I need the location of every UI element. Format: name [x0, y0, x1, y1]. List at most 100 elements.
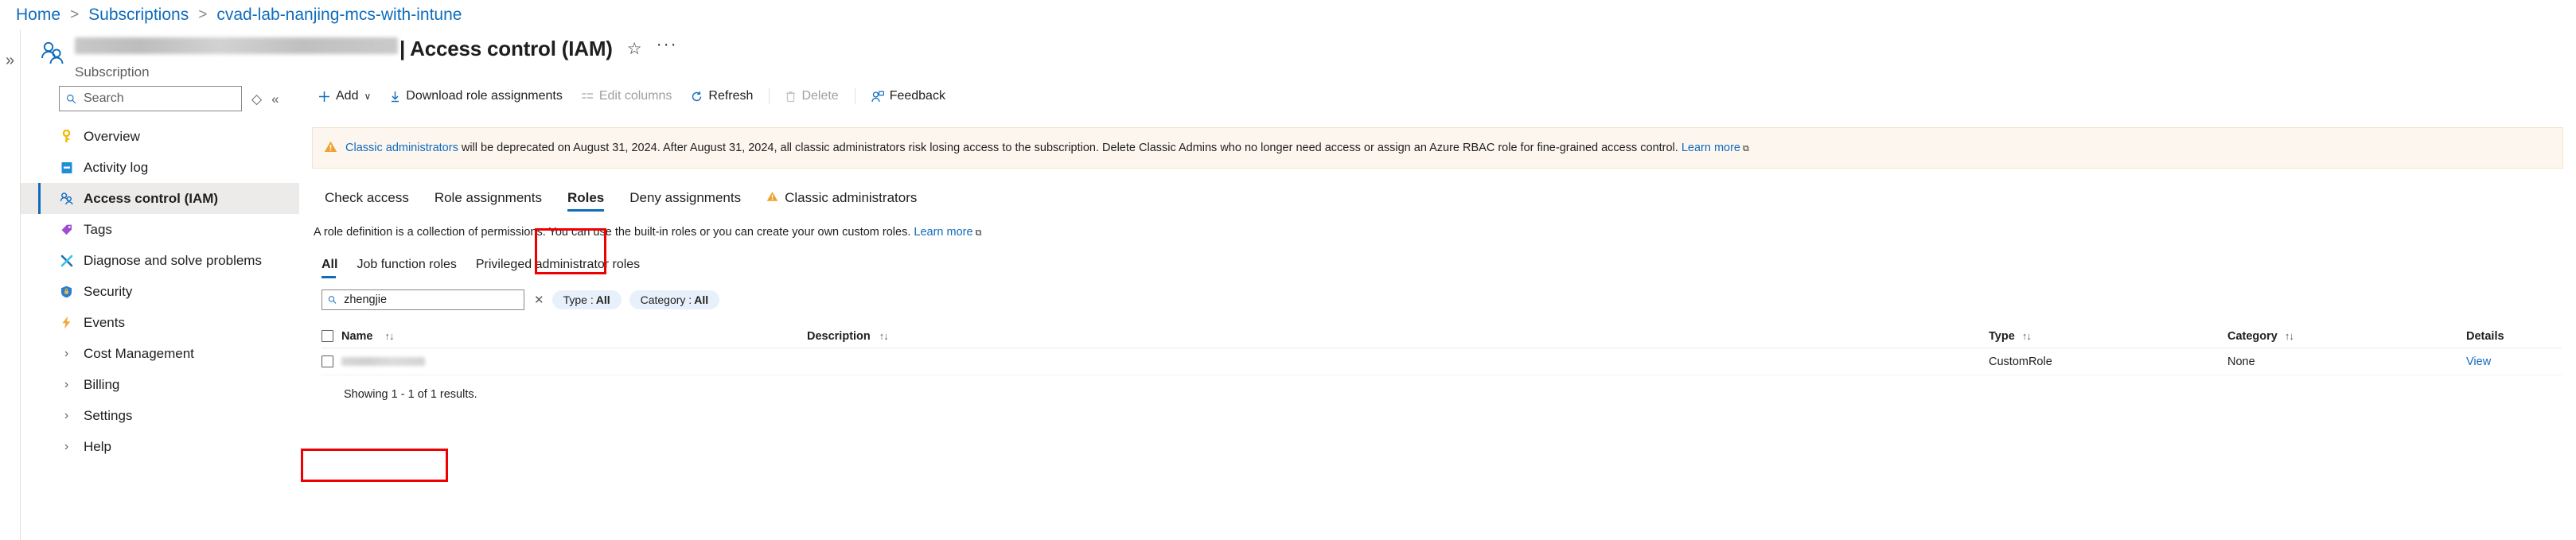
tab-label: Classic administrators [785, 190, 917, 206]
table-row[interactable]: CustomRole None View [322, 348, 2562, 375]
filter-pill-type[interactable]: Type : All [552, 290, 622, 309]
tab-roles[interactable]: Roles [555, 183, 617, 213]
add-button[interactable]: Add ∨ [309, 84, 380, 108]
star-icon[interactable]: ☆ [627, 39, 642, 59]
tab-classic-administrators[interactable]: Classic administrators [754, 183, 929, 213]
sidebar-item-label: Billing [84, 377, 119, 393]
chevron-down-icon: ∨ [364, 91, 371, 102]
double-chevron-right-icon[interactable]: » [6, 52, 14, 540]
column-header-description[interactable]: Description ↑↓ [807, 330, 1989, 343]
feedback-button[interactable]: Feedback [862, 84, 955, 108]
refresh-icon [691, 91, 703, 103]
sort-icon[interactable]: ↑↓ [2022, 330, 2031, 342]
breadcrumb-item-home[interactable]: Home [16, 6, 60, 25]
search-icon [328, 295, 337, 305]
sidebar-search-row: ◇ « [21, 86, 299, 111]
sidebar-item-help[interactable]: › Help [21, 431, 299, 462]
view-details-link[interactable]: View [2466, 355, 2491, 368]
sort-icon[interactable]: ↑↓ [385, 330, 394, 342]
sidebar: ◇ « Overview Activity log Access control… [21, 80, 299, 540]
sort-icon[interactable]: ↑↓ [879, 330, 888, 342]
sidebar-item-label: Tags [84, 222, 112, 238]
table-header-row: Name ↑↓ Description ↑↓ Type ↑↓ Category … [322, 324, 2562, 348]
page-subtitle: Subscription [75, 64, 678, 80]
sidebar-item-overview[interactable]: Overview [21, 121, 299, 152]
sidebar-item-label: Overview [84, 129, 140, 145]
close-icon[interactable]: ✕ [534, 293, 544, 307]
column-header-label: Description [807, 330, 871, 343]
diamond-icon[interactable]: ◇ [251, 92, 262, 106]
roles-learn-more-link[interactable]: Learn more [914, 226, 972, 239]
delete-label: Delete [801, 89, 838, 103]
column-header-category[interactable]: Category ↑↓ [2227, 330, 2466, 343]
sidebar-item-access-control-iam[interactable]: Access control (IAM) [21, 183, 299, 214]
tab-role-assignments[interactable]: Role assignments [422, 183, 555, 213]
sidebar-item-cost-management[interactable]: › Cost Management [21, 338, 299, 369]
tab-check-access[interactable]: Check access [312, 183, 422, 213]
cell-details: View [2466, 355, 2562, 368]
subtab-all[interactable]: All [312, 253, 347, 277]
roles-search-box[interactable] [322, 289, 524, 310]
breadcrumb: Home > Subscriptions > cvad-lab-nanjing-… [0, 0, 2576, 30]
sort-icon[interactable]: ↑↓ [2285, 330, 2293, 342]
chevron-right-icon: › [59, 347, 74, 361]
sidebar-search-box[interactable] [59, 86, 242, 111]
subtab-job-function-roles[interactable]: Job function roles [347, 253, 466, 277]
feedback-person-icon [871, 91, 884, 103]
breadcrumb-item-subscription-name[interactable]: cvad-lab-nanjing-mcs-with-intune [216, 6, 462, 25]
activity-log-icon [59, 161, 74, 174]
breadcrumb-item-subscriptions[interactable]: Subscriptions [88, 6, 189, 25]
row-checkbox[interactable] [322, 355, 333, 367]
sidebar-item-events[interactable]: Events [21, 307, 299, 338]
classic-administrators-link[interactable]: Classic administrators [345, 142, 458, 154]
column-header-name[interactable]: Name ↑↓ [322, 330, 807, 343]
filter-pill-value: All [694, 293, 708, 306]
search-icon [66, 94, 76, 104]
tab-label: Roles [567, 190, 604, 206]
plus-icon [318, 91, 330, 103]
roles-search-input[interactable] [342, 293, 518, 307]
chevron-right-icon: › [59, 409, 74, 423]
trash-icon [785, 91, 796, 103]
download-role-assignments-button[interactable]: Download role assignments [380, 84, 572, 108]
access-control-users-icon [59, 192, 74, 205]
filter-pill-category[interactable]: Category : All [629, 290, 719, 309]
sidebar-item-activity-log[interactable]: Activity log [21, 152, 299, 183]
chevron-right-icon: › [59, 440, 74, 454]
subtab-privileged-administrator-roles[interactable]: Privileged administrator roles [466, 253, 649, 277]
tab-label: Check access [325, 190, 409, 206]
sidebar-item-diagnose-and-solve-problems[interactable]: Diagnose and solve problems [21, 245, 299, 276]
sidebar-item-label: Access control (IAM) [84, 191, 218, 207]
column-header-label: Category [2227, 330, 2278, 343]
sidebar-item-tags[interactable]: Tags [21, 214, 299, 245]
select-all-checkbox[interactable] [322, 330, 333, 342]
column-header-label: Details [2466, 330, 2504, 343]
external-link-icon: ⧉ [1743, 144, 1749, 153]
results-count-label: Showing 1 - 1 of 1 results. [344, 388, 2562, 401]
sidebar-item-security[interactable]: Security [21, 276, 299, 307]
tab-label: Deny assignments [629, 190, 741, 206]
lightning-bolt-icon [59, 316, 74, 329]
sidebar-item-label: Activity log [84, 160, 148, 176]
column-header-type[interactable]: Type ↑↓ [1989, 330, 2227, 343]
subtab-label: All [322, 258, 337, 272]
subtab-label: Job function roles [357, 258, 456, 272]
sidebar-item-label: Settings [84, 408, 132, 424]
sidebar-item-settings[interactable]: › Settings [21, 400, 299, 431]
sidebar-nav-list: Overview Activity log Access control (IA… [21, 121, 299, 462]
roles-description: A role definition is a collection of per… [314, 226, 2576, 239]
cell-category: None [2227, 355, 2466, 368]
banner-learn-more-link[interactable]: Learn more [1682, 142, 1740, 154]
ellipsis-icon[interactable]: ··· [657, 35, 678, 54]
cell-name [322, 355, 807, 367]
tab-bar: Check access Role assignments Roles Deny… [312, 180, 2576, 213]
add-button-label: Add [336, 89, 358, 103]
sidebar-search-input[interactable] [82, 91, 235, 107]
page-title: | Access control (IAM) [75, 37, 613, 61]
external-link-icon: ⧉ [976, 228, 982, 238]
tab-deny-assignments[interactable]: Deny assignments [617, 183, 754, 213]
subtab-label: Privileged administrator roles [476, 258, 640, 272]
refresh-button[interactable]: Refresh [681, 84, 762, 108]
sidebar-item-billing[interactable]: › Billing [21, 369, 299, 400]
double-chevron-left-icon[interactable]: « [271, 92, 279, 106]
